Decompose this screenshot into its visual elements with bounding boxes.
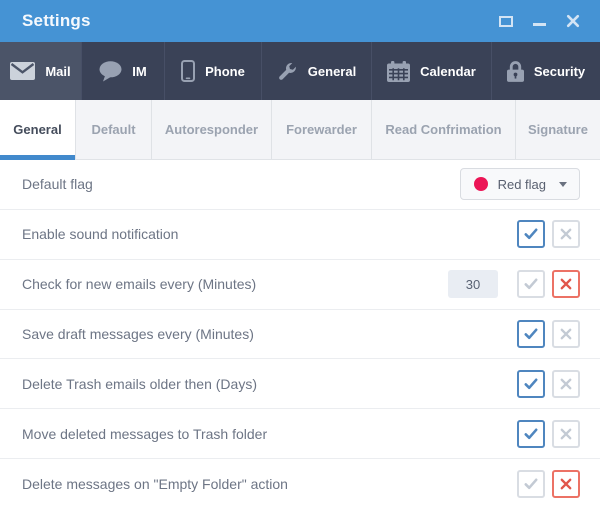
minimize-icon bbox=[533, 23, 546, 26]
nav-tab-label: Mail bbox=[45, 64, 70, 79]
setting-label: Delete messages on "Empty Folder" action bbox=[22, 476, 288, 492]
nav-tab-general[interactable]: General bbox=[262, 42, 372, 100]
subtab-label: Default bbox=[91, 122, 135, 137]
window-controls bbox=[499, 14, 580, 28]
setting-row-save-draft: Save draft messages every (Minutes) bbox=[0, 310, 600, 360]
reject-button[interactable] bbox=[552, 370, 580, 398]
nav-tab-phone[interactable]: Phone bbox=[165, 42, 262, 100]
subtab-label: Autoresponder bbox=[165, 122, 258, 137]
reject-button[interactable] bbox=[552, 220, 580, 248]
setting-label: Delete Trash emails older then (Days) bbox=[22, 376, 257, 392]
mail-subtabs: General Default Autoresponder Forewarder… bbox=[0, 100, 600, 160]
accept-button[interactable] bbox=[517, 220, 545, 248]
accept-button[interactable] bbox=[517, 470, 545, 498]
settings-list: Default flag Red flag Enable sound notif… bbox=[0, 160, 600, 508]
subtab-general[interactable]: General bbox=[0, 100, 76, 159]
nav-tab-label: Security bbox=[534, 64, 585, 79]
setting-label: Move deleted messages to Trash folder bbox=[22, 426, 267, 442]
check-icon bbox=[524, 278, 538, 290]
nav-tab-mail[interactable]: Mail bbox=[0, 42, 82, 100]
reject-button[interactable] bbox=[552, 270, 580, 298]
subtab-autoresponder[interactable]: Autoresponder bbox=[152, 100, 272, 159]
phone-icon bbox=[181, 60, 195, 82]
chevron-down-icon bbox=[559, 182, 567, 187]
subtab-label: General bbox=[13, 122, 61, 137]
setting-row-move-deleted: Move deleted messages to Trash folder bbox=[0, 409, 600, 459]
setting-label: Save draft messages every (Minutes) bbox=[22, 326, 254, 342]
setting-row-default-flag: Default flag Red flag bbox=[0, 160, 600, 210]
chat-icon bbox=[99, 61, 122, 82]
check-icon bbox=[524, 378, 538, 390]
accept-button[interactable] bbox=[517, 420, 545, 448]
main-nav: Mail IM Phone General bbox=[0, 42, 600, 100]
mail-icon bbox=[10, 62, 35, 80]
setting-label: Enable sound notification bbox=[22, 226, 178, 242]
calendar-icon bbox=[387, 61, 410, 82]
nav-tab-security[interactable]: Security bbox=[492, 42, 600, 100]
maximize-button[interactable] bbox=[499, 16, 513, 27]
setting-label: Default flag bbox=[22, 176, 93, 192]
titlebar: Settings bbox=[0, 0, 600, 42]
nav-tab-label: General bbox=[308, 64, 356, 79]
window-title: Settings bbox=[22, 11, 91, 31]
close-button[interactable] bbox=[566, 14, 580, 28]
minutes-input[interactable] bbox=[448, 270, 498, 298]
setting-label: Check for new emails every (Minutes) bbox=[22, 276, 256, 292]
accept-button[interactable] bbox=[517, 270, 545, 298]
reject-button[interactable] bbox=[552, 320, 580, 348]
nav-tab-calendar[interactable]: Calendar bbox=[372, 42, 492, 100]
cross-icon bbox=[560, 478, 572, 490]
cross-icon bbox=[560, 328, 572, 340]
subtab-label: Forewarder bbox=[286, 122, 357, 137]
setting-row-delete-trash: Delete Trash emails older then (Days) bbox=[0, 359, 600, 409]
wrench-icon bbox=[277, 61, 298, 82]
setting-row-check-emails: Check for new emails every (Minutes) bbox=[0, 260, 600, 310]
check-icon bbox=[524, 328, 538, 340]
subtab-read-confrimation[interactable]: Read Confrimation bbox=[372, 100, 516, 159]
nav-tab-label: IM bbox=[132, 64, 146, 79]
subtab-forewarder[interactable]: Forewarder bbox=[272, 100, 372, 159]
nav-tab-label: Calendar bbox=[420, 64, 476, 79]
maximize-icon bbox=[499, 16, 513, 27]
cross-icon bbox=[560, 428, 572, 440]
lock-icon bbox=[507, 60, 524, 82]
nav-tab-label: Phone bbox=[205, 64, 245, 79]
dropdown-value: Red flag bbox=[498, 177, 546, 192]
nav-tab-im[interactable]: IM bbox=[82, 42, 165, 100]
subtab-signature[interactable]: Signature bbox=[516, 100, 600, 159]
default-flag-dropdown[interactable]: Red flag bbox=[460, 168, 580, 200]
setting-row-empty-folder: Delete messages on "Empty Folder" action bbox=[0, 459, 600, 508]
settings-window: Settings Mail IM bbox=[0, 0, 600, 508]
setting-row-sound-notification: Enable sound notification bbox=[0, 210, 600, 260]
cross-icon bbox=[560, 378, 572, 390]
close-icon bbox=[566, 14, 580, 28]
subtab-label: Signature bbox=[528, 122, 588, 137]
accept-button[interactable] bbox=[517, 320, 545, 348]
red-flag-dot-icon bbox=[474, 177, 488, 191]
check-icon bbox=[524, 428, 538, 440]
check-icon bbox=[524, 228, 538, 240]
minimize-button[interactable] bbox=[533, 17, 546, 26]
subtab-default[interactable]: Default bbox=[76, 100, 152, 159]
accept-button[interactable] bbox=[517, 370, 545, 398]
cross-icon bbox=[560, 278, 572, 290]
reject-button[interactable] bbox=[552, 470, 580, 498]
subtab-label: Read Confrimation bbox=[385, 122, 501, 137]
check-icon bbox=[524, 478, 538, 490]
reject-button[interactable] bbox=[552, 420, 580, 448]
cross-icon bbox=[560, 228, 572, 240]
